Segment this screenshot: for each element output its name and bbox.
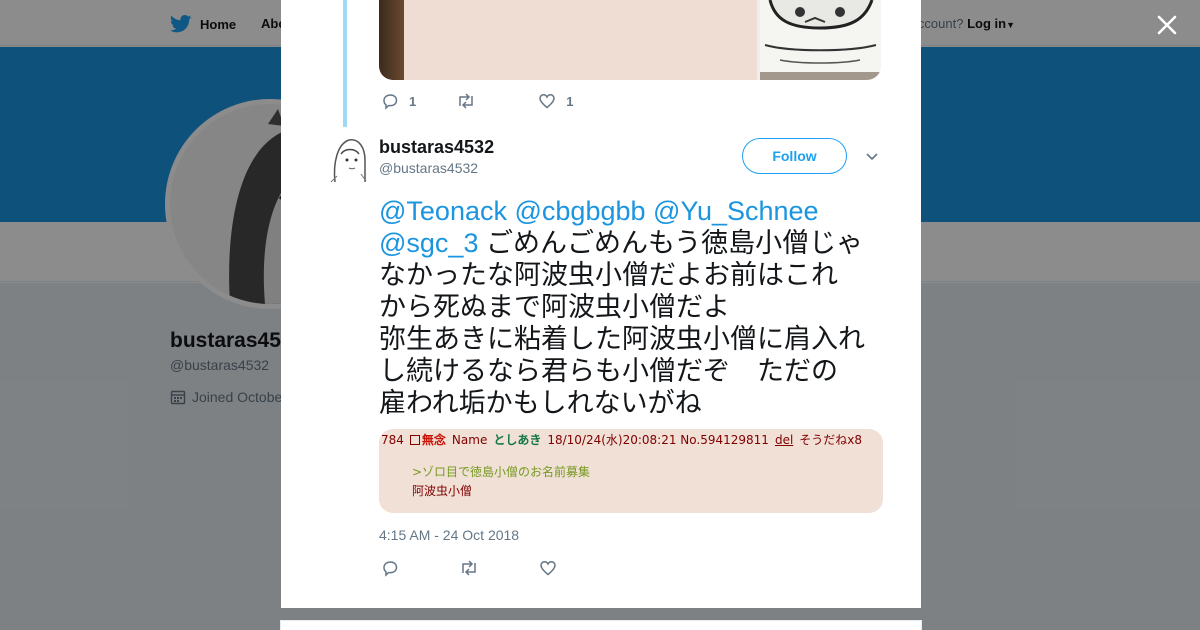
- tweet-actions: [381, 559, 557, 577]
- mention-link[interactable]: @cbgbgbb: [515, 196, 646, 226]
- tweet-text-line-5: 弥生あきに粘着した阿波虫小僧に肩入れ: [379, 324, 865, 354]
- tweet-permalink-modal: 1 1 bustaras4532 @bustaras4532 Follow @T…: [281, 0, 921, 608]
- board-post-header: 784 無念 Name としあき 18/10/24(水)20:08:21 No.…: [381, 431, 862, 448]
- heart-icon: [540, 561, 556, 576]
- poster-name: としあき: [493, 433, 542, 447]
- name-label: Name: [451, 432, 488, 447]
- close-modal-button[interactable]: [1154, 12, 1180, 38]
- reply-icon: [383, 94, 398, 110]
- post-number: 784: [381, 432, 404, 447]
- media-photo-1[interactable]: [379, 0, 757, 80]
- tweet-timestamp[interactable]: 4:15 AM - 24 Oct 2018: [379, 527, 519, 543]
- follow-button[interactable]: Follow: [742, 138, 847, 174]
- tweet-text-line-2: @sgc_3 ごめんごめんもう徳島小僧じゃ: [379, 227, 884, 259]
- checkbox-icon: [409, 434, 420, 445]
- post-body-line: 阿波虫小僧: [412, 484, 473, 498]
- author-name[interactable]: bustaras4532: [379, 137, 494, 158]
- previous-tweet-actions: 1 1: [381, 92, 573, 110]
- thread-connector-line: [343, 0, 347, 127]
- author-avatar[interactable]: [327, 134, 367, 184]
- tweet-text-line-4: から死ぬまで阿波虫小僧だよ: [379, 292, 730, 322]
- heart-icon: [539, 94, 555, 109]
- manga-drawing-image: [760, 0, 881, 80]
- chevron-down-icon: [866, 153, 878, 161]
- like-count: 1: [566, 93, 574, 109]
- tweet-text-line-6: し続けるなら君らも小僧だぞ ただの: [379, 356, 838, 386]
- retweet-button[interactable]: [459, 559, 479, 577]
- mention-link[interactable]: @Yu_Schnee: [653, 196, 819, 226]
- close-icon: [1157, 15, 1177, 35]
- reply-button[interactable]: [381, 559, 399, 577]
- next-tweet-container: [280, 620, 922, 630]
- del-label: del: [774, 432, 794, 447]
- reply-icon: [383, 561, 398, 577]
- more-options-button[interactable]: [864, 150, 880, 164]
- retweet-icon: [459, 93, 473, 109]
- tweet-text: @Teonack @cbgbgbb @Yu_Schnee @sgc_3 ごめんご…: [379, 195, 884, 419]
- like-button[interactable]: [539, 559, 557, 577]
- tweet-text-segment: ごめんごめんもう徳島小僧じゃ: [485, 228, 864, 258]
- retweet-icon: [462, 560, 476, 576]
- author-avatar-sketch: [327, 134, 367, 184]
- reply-button[interactable]: 1: [381, 92, 416, 110]
- tweet-text-line-3: なかったな阿波虫小僧だよお前はこれ: [379, 260, 838, 290]
- like-button[interactable]: 1: [538, 92, 573, 110]
- mention-link[interactable]: @Teonack: [379, 196, 507, 226]
- post-quote-line: >ゾロ目で徳島小僧のお名前募集: [412, 465, 591, 479]
- post-subject: 無念: [421, 433, 446, 447]
- tweet-media-image[interactable]: 784 無念 Name としあき 18/10/24(水)20:08:21 No.…: [379, 429, 883, 513]
- author-handle[interactable]: @bustaras4532: [379, 160, 478, 176]
- reply-count: 1: [409, 93, 417, 109]
- tweet-text-line-1: @Teonack @cbgbgbb @Yu_Schnee: [379, 195, 884, 227]
- retweet-button[interactable]: [456, 92, 476, 110]
- tweet-text-line-7: 雇われ垢かもしれないがね: [379, 388, 702, 418]
- mention-link[interactable]: @sgc_3: [379, 228, 478, 258]
- media-photo-2[interactable]: [760, 0, 881, 80]
- previous-tweet-media[interactable]: [379, 0, 881, 80]
- post-meta: 18/10/24(水)20:08:21 No.594129811: [547, 433, 769, 447]
- sodane-count: そうだねx8: [799, 433, 863, 447]
